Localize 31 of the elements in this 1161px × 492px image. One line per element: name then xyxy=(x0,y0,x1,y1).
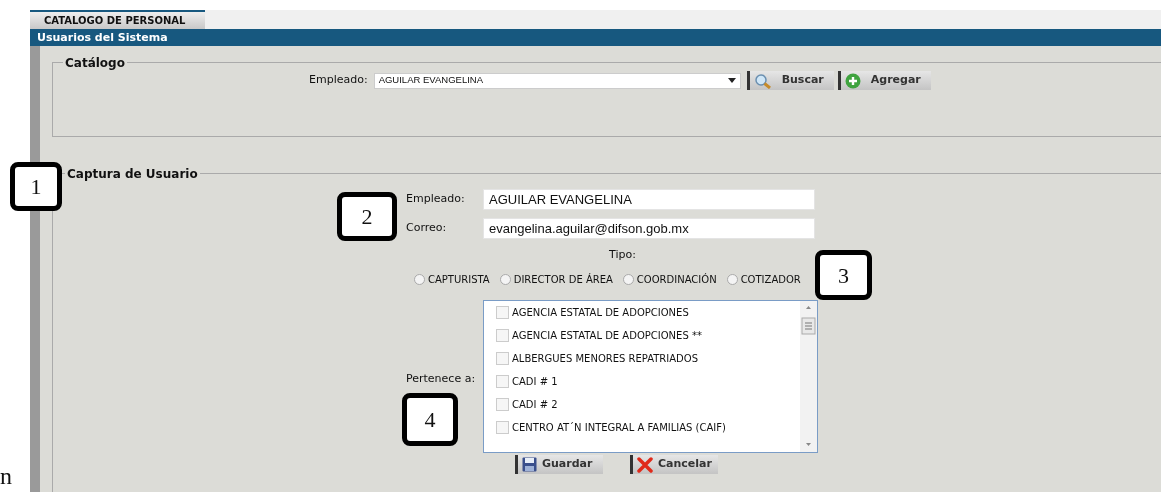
field-label: Empleado: xyxy=(406,191,466,208)
list-item-label: AGENCIA ESTATAL DE ADOPCIONES xyxy=(512,306,689,320)
fieldset-legend: Catálogo xyxy=(63,54,127,72)
radio-option[interactable]: CAPTURISTA xyxy=(414,271,490,287)
list-item-label: CADI # 1 xyxy=(512,375,558,389)
field-label: Tipo: xyxy=(609,247,637,263)
callout-number: 1 xyxy=(10,162,62,211)
email-field[interactable]: evangelina.aguilar@difson.gob.mx xyxy=(483,218,815,239)
field-label: Correo: xyxy=(406,220,448,237)
search-button[interactable]: Buscar xyxy=(746,71,834,90)
save-button[interactable]: Guardar xyxy=(515,455,603,474)
add-button[interactable]: Agregar xyxy=(837,71,931,90)
list-item-label: CADI # 2 xyxy=(512,398,558,412)
employee-dropdown[interactable]: AGUILAR EVANGELINA xyxy=(373,72,741,89)
field-label: Empleado: xyxy=(309,72,368,89)
callout-number: 4 xyxy=(402,393,458,446)
section-header: Usuarios del Sistema xyxy=(30,29,1161,46)
callout-number: 3 xyxy=(815,250,872,300)
field-label: Pertenece a: xyxy=(406,371,476,387)
document-text-fragment: n xyxy=(0,464,12,488)
radio-option[interactable]: COORDINACIÓN xyxy=(622,271,717,287)
employee-field[interactable]: AGUILAR EVANGELINA xyxy=(483,189,815,210)
fieldset-legend: Captura de Usuario xyxy=(65,165,200,183)
cancel-button[interactable]: Cancelar xyxy=(630,455,718,474)
list-item-label: ALBERGUES MENORES REPATRIADOS xyxy=(512,352,699,366)
list-item-label: CENTRO AT´N INTEGRAL A FAMILIAS (CAIF) xyxy=(512,421,726,435)
callout-number: 2 xyxy=(337,192,397,241)
list-item-label: AGENCIA ESTATAL DE ADOPCIONES ** xyxy=(512,329,702,343)
radio-option[interactable]: DIRECTOR DE ÁREA xyxy=(499,271,613,287)
radio-option[interactable]: COTIZADOR xyxy=(726,271,801,287)
catalog-tab[interactable]: CATALOGO DE PERSONAL xyxy=(30,10,205,29)
